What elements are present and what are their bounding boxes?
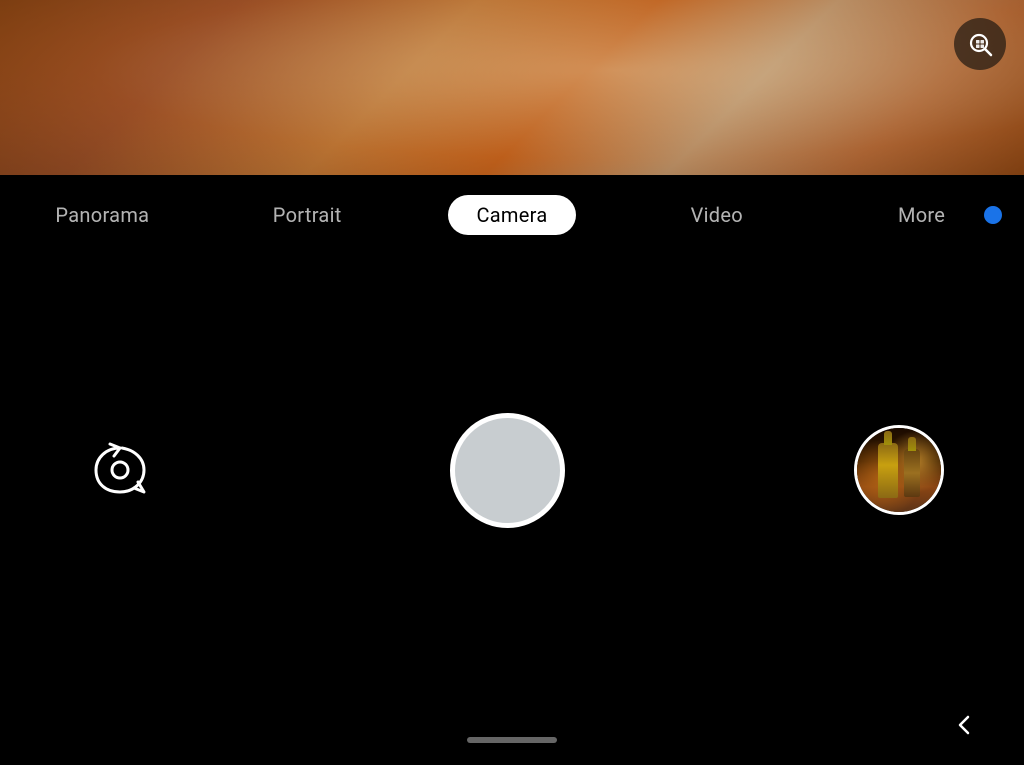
viewfinder bbox=[0, 0, 1024, 175]
gallery-preview bbox=[857, 428, 941, 512]
back-button[interactable] bbox=[944, 705, 984, 745]
gallery-thumbnail[interactable] bbox=[854, 425, 944, 515]
mode-bar: Panorama Portrait Camera Video More bbox=[0, 175, 1024, 255]
mode-camera[interactable]: Camera bbox=[410, 175, 615, 255]
mode-video[interactable]: Video bbox=[614, 175, 819, 255]
flip-camera-button[interactable] bbox=[80, 430, 160, 510]
mode-panorama[interactable]: Panorama bbox=[0, 175, 205, 255]
controls-area bbox=[0, 255, 1024, 685]
notification-dot bbox=[984, 206, 1002, 224]
bottom-bar bbox=[0, 685, 1024, 765]
google-lens-button[interactable] bbox=[954, 18, 1006, 70]
mode-portrait[interactable]: Portrait bbox=[205, 175, 410, 255]
home-indicator bbox=[467, 737, 557, 743]
shutter-button[interactable] bbox=[450, 413, 565, 528]
mode-more[interactable]: More bbox=[819, 175, 1024, 255]
